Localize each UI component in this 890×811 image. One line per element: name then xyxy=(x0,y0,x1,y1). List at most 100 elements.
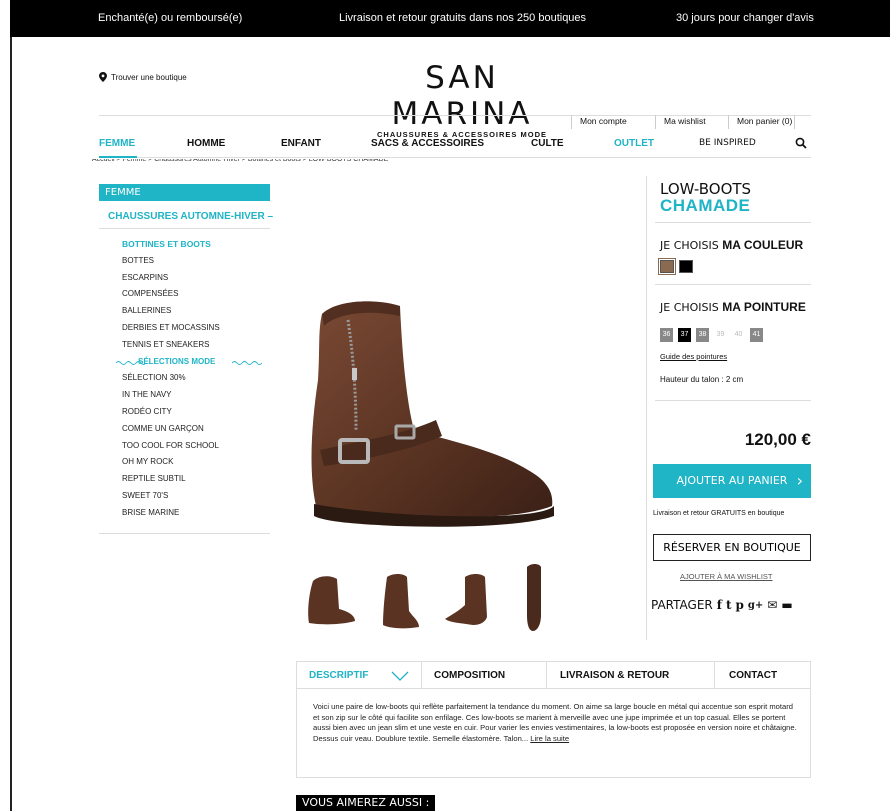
chevron-down-icon xyxy=(391,671,409,681)
nav-femme[interactable]: FEMME xyxy=(99,138,135,149)
find-store-label: Trouver une boutique xyxy=(111,72,187,82)
tab-row: DESCRIPTIF COMPOSITION LIVRAISON & RETOU… xyxy=(297,662,810,689)
sidebar-section-selections: SÉLECTIONS MODE xyxy=(138,356,216,366)
sidebar-item-sweet-70s[interactable]: SWEET 70'S xyxy=(122,491,220,508)
dash-icon: – xyxy=(264,211,274,222)
heel-height: Hauteur du talon : 2 cm xyxy=(660,375,744,384)
twitter-icon[interactable]: t xyxy=(726,598,732,612)
tab-livraison-retour[interactable]: LIVRAISON & RETOUR xyxy=(547,662,715,689)
promo-bar: Enchanté(e) ou remboursé(e) Livraison et… xyxy=(0,0,890,37)
size-option-39: 39 xyxy=(716,331,725,338)
nav-active-underline xyxy=(99,156,137,158)
color-label-prefix: JE CHOISIS xyxy=(660,239,723,252)
sidebar-item-bottines[interactable]: BOTTINES ET BOOTS xyxy=(122,239,220,256)
size-label: JE CHOISIS MA POINTURE xyxy=(660,300,806,314)
color-label-emphasis: MA COULEUR xyxy=(722,238,804,252)
my-cart-link[interactable]: Mon panier (0) xyxy=(728,115,796,129)
details-divider xyxy=(655,400,811,401)
sidebar-category[interactable]: CHAUSSURES AUTOMNE-HIVER – xyxy=(108,211,273,222)
product-title-line2: CHAMADE xyxy=(660,196,751,215)
sidebar-item-bottes[interactable]: BOTTES xyxy=(122,256,220,273)
thumbnail-3[interactable] xyxy=(437,553,495,633)
sidebar-item-brise-marine[interactable]: BRISE MARINE xyxy=(122,508,220,525)
nav-enfant[interactable]: ENFANT xyxy=(281,138,321,149)
color-label: JE CHOISIS MA COULEUR xyxy=(660,238,803,252)
wave-right-icon xyxy=(232,361,262,365)
nav-outlet[interactable]: OUTLET xyxy=(614,138,654,149)
color-swatch-black[interactable] xyxy=(679,260,693,273)
product-tabs: DESCRIPTIF COMPOSITION LIVRAISON & RETOU… xyxy=(296,661,811,778)
sidebar-item-ballerines[interactable]: BALLERINES xyxy=(122,306,220,323)
product-info-divider xyxy=(646,176,647,640)
main-nav: FEMME HOMME ENFANT SACS & ACCESSOIRES CU… xyxy=(99,132,811,158)
nav-be-inspired[interactable]: BE INSPIRED xyxy=(699,138,756,148)
sidebar-item-derbies[interactable]: DERBIES ET MOCASSINS xyxy=(122,323,220,340)
find-store-link[interactable]: Trouver une boutique xyxy=(99,72,187,82)
sidebar-divider xyxy=(99,228,270,229)
tab-contact[interactable]: CONTACT xyxy=(715,662,810,689)
product-thumbnails xyxy=(296,553,568,633)
product-price: 120,00 € xyxy=(744,430,811,449)
brand-logo[interactable]: SAN MARINA CHAUSSURES & ACCESSOIRES MODE xyxy=(367,60,557,139)
sidebar-item-tennis[interactable]: TENNIS ET SNEAKERS xyxy=(122,340,220,357)
print-icon[interactable]: ▬ xyxy=(781,598,792,612)
thumbnail-4[interactable] xyxy=(505,553,563,633)
pinterest-icon[interactable]: p xyxy=(735,598,743,612)
you-may-like-heading: VOUS AIMEREZ AUSSI : xyxy=(296,795,436,811)
my-wishlist-link[interactable]: Ma wishlist xyxy=(655,115,706,129)
free-shipping-note: Livraison et retour GRATUITS en boutique xyxy=(653,510,785,517)
size-guide-link[interactable]: Guide des pointures xyxy=(660,352,727,361)
sidebar-item-escarpins[interactable]: ESCARPINS xyxy=(122,273,220,290)
tab-descriptif[interactable]: DESCRIPTIF xyxy=(297,662,422,689)
add-to-wishlist-link[interactable]: AJOUTER À MA WISHLIST xyxy=(680,572,773,581)
size-option-36[interactable]: 36 xyxy=(660,328,673,342)
sidebar-item-oh-my-rock[interactable]: OH MY ROCK xyxy=(122,457,220,474)
size-selector: 36 37 38 39 40 41 xyxy=(660,328,763,342)
google-plus-icon[interactable]: g+ xyxy=(748,600,763,611)
add-to-cart-label: AJOUTER AU PANIER xyxy=(676,474,788,487)
nav-culte[interactable]: CULTE xyxy=(531,138,564,149)
sidebar-item-too-cool[interactable]: TOO COOL FOR SCHOOL xyxy=(122,441,220,458)
sidebar-item-garcon[interactable]: COMME UN GARÇON xyxy=(122,424,220,441)
reserve-in-store-button[interactable]: RÉSERVER EN BOUTIQUE xyxy=(653,534,811,561)
tab-descriptif-label: DESCRIPTIF xyxy=(309,670,369,681)
sidebar-item-compensees[interactable]: COMPENSÉES xyxy=(122,289,220,306)
product-main-image[interactable] xyxy=(296,270,568,538)
wave-left-icon xyxy=(116,361,146,365)
breadcrumb[interactable]: Accueil > Femme > Chaussures Automne-Hiv… xyxy=(92,159,388,167)
promo-free-delivery: Livraison et retour gratuits dans nos 25… xyxy=(339,12,587,24)
share-bar: PARTAGER f t p g+ ✉ ▬ xyxy=(651,598,793,612)
sidebar-item-navy[interactable]: IN THE NAVY xyxy=(122,390,220,407)
my-account-link[interactable]: Mon compte xyxy=(571,115,627,129)
chevron-right-icon: › xyxy=(796,471,803,490)
size-label-emphasis: MA POINTURE xyxy=(722,300,806,314)
search-icon[interactable] xyxy=(795,137,807,149)
title-divider xyxy=(655,222,811,223)
brand-name: SAN MARINA xyxy=(391,60,533,132)
promo-satisfaction: Enchanté(e) ou remboursé(e) xyxy=(98,12,243,24)
size-option-40: 40 xyxy=(734,331,743,338)
tab-description-text: Voici une paire de low-boots qui reflète… xyxy=(313,702,799,744)
sidebar-item-selection-30[interactable]: SÉLECTION 30% xyxy=(122,373,220,390)
sidebar-list: BOTTINES ET BOOTS BOTTES ESCARPINS COMPE… xyxy=(122,239,220,525)
size-option-41[interactable]: 41 xyxy=(750,328,763,342)
sidebar-item-rodeo[interactable]: RODÉO CITY xyxy=(122,407,220,424)
location-pin-icon xyxy=(99,72,107,82)
add-to-cart-button[interactable]: AJOUTER AU PANIER › xyxy=(653,464,811,498)
tab-composition[interactable]: COMPOSITION xyxy=(422,662,547,689)
promo-30-days: 30 jours pour changer d'avis xyxy=(676,12,814,24)
sidebar-item-reptile[interactable]: REPTILE SUBTIL xyxy=(122,474,220,491)
size-option-37[interactable]: 37 xyxy=(678,328,691,342)
sidebar-bottom-divider xyxy=(99,533,270,534)
thumbnail-2[interactable] xyxy=(369,553,427,633)
facebook-icon[interactable]: f xyxy=(717,598,722,612)
color-swatch-brown[interactable] xyxy=(658,258,676,275)
thumbnail-1[interactable] xyxy=(301,553,359,633)
read-more-link[interactable]: Lire la suite xyxy=(530,734,569,743)
size-option-38[interactable]: 38 xyxy=(696,328,709,342)
nav-homme[interactable]: HOMME xyxy=(187,138,225,149)
nav-sacs-accessoires[interactable]: SACS & ACCESSOIRES xyxy=(371,138,484,149)
sidebar-femme-header[interactable]: FEMME xyxy=(99,184,270,201)
size-label-prefix: JE CHOISIS xyxy=(660,301,723,314)
email-icon[interactable]: ✉ xyxy=(767,598,777,612)
